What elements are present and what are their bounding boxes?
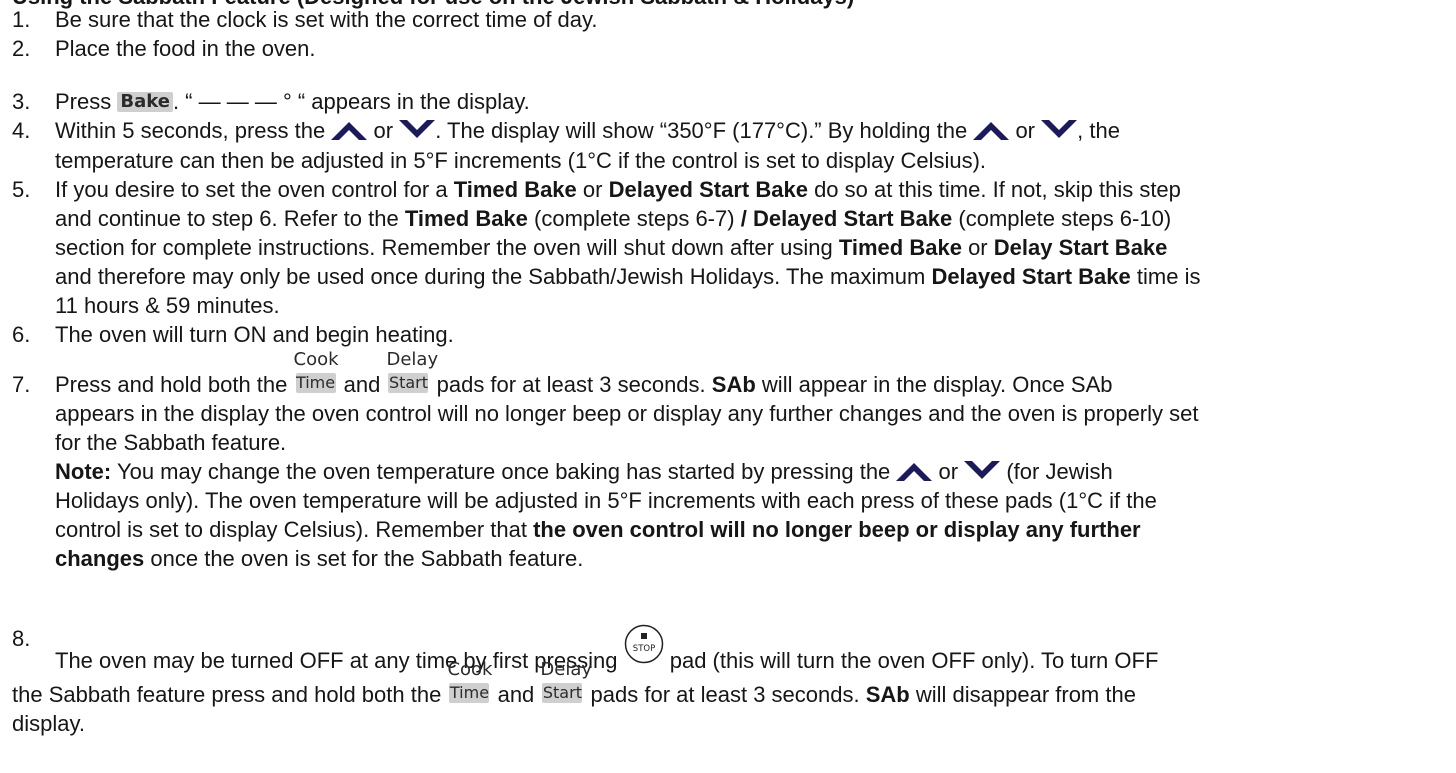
step-text: once the oven is set for the Sabbath fea… <box>150 546 584 571</box>
pad-bottom-label: Start <box>388 373 429 393</box>
pad-bottom-label: Time <box>295 373 336 393</box>
step-text: (for Jewish <box>1006 459 1113 484</box>
step-text: Press <box>55 89 112 114</box>
step-text-line: and continue to step 6. Refer to the Tim… <box>55 204 1171 234</box>
cook-time-pad-icon: Cook Time <box>294 350 339 394</box>
step-text: temperature can then be adjusted in 5°F … <box>55 148 987 173</box>
pad-bottom-label: Start <box>542 683 583 703</box>
stop-pad-icon: STOP <box>624 624 663 664</box>
svg-text:STOP: STOP <box>632 644 654 654</box>
step-text-line: The oven may be turned OFF at any time b… <box>55 624 1158 676</box>
step-text: or <box>582 177 603 202</box>
step-text: 11 hours & 59 minutes. <box>55 293 280 318</box>
step-text: or <box>373 118 394 143</box>
step-text: Within 5 seconds, press the <box>55 118 326 143</box>
step-number: 5. <box>12 177 31 202</box>
step-text: or <box>938 459 959 484</box>
step-text: or <box>968 235 988 260</box>
step-text: control is set to display Celsius). Reme… <box>55 517 527 542</box>
warning-text: the oven control will no longer beep or … <box>533 517 1141 542</box>
up-arrow-icon <box>973 122 1010 140</box>
step-number: 4. <box>12 118 31 143</box>
pad-bottom-label: Time <box>449 683 490 703</box>
step-text: . The display will show “350°F (177°C).”… <box>435 118 968 143</box>
cook-time-pad-icon: Cook Time <box>447 660 492 704</box>
step-text-line: Note: You may change the oven temperatur… <box>55 457 1113 487</box>
step-number: 1. <box>12 7 31 32</box>
step-text: appears in the display the oven control … <box>55 401 1199 426</box>
step-number: 6. <box>12 322 31 347</box>
slash: / <box>740 206 747 231</box>
sab-label: SAb <box>865 682 910 707</box>
step-text: The oven will turn ON and begin heating. <box>55 322 454 347</box>
step-text: display. <box>12 711 85 736</box>
step-text-line: changes once the oven is set for the Sab… <box>55 544 583 574</box>
step-text-line: control is set to display Celsius). Reme… <box>55 515 1141 545</box>
step-text: Holidays only). The oven temperature wil… <box>55 488 1157 513</box>
delayed-start-bake-label: Delayed Start Bake <box>931 264 1131 289</box>
step-text-line: Press Bake. “ — — — ° “ appears in the d… <box>55 87 530 117</box>
step-text: pad (this will turn the oven OFF only). … <box>669 648 1159 673</box>
step-text: . “ — — — ° “ appears in the display. <box>172 89 530 114</box>
pad-top-label: Delay <box>386 349 439 370</box>
step-number: 7. <box>12 372 31 397</box>
step-text: for the Sabbath feature. <box>55 430 287 455</box>
step-text: pads for at least 3 seconds. <box>590 682 860 707</box>
step-text: and therefore may only be used once duri… <box>55 264 926 289</box>
note-label: Note: <box>55 459 112 484</box>
step-text-line: section for complete instructions. Remem… <box>55 233 1167 263</box>
delay-start-pad-icon: Delay Start <box>386 350 438 394</box>
step-text: You may change the oven temperature once… <box>116 459 891 484</box>
step-text: , the <box>1077 118 1120 143</box>
step-text: do so at this time. If not, skip this st… <box>814 177 1181 202</box>
step-text: (complete steps 6-10) <box>958 206 1172 231</box>
step-text: (complete steps 6-7) <box>534 206 735 231</box>
step-text: time is <box>1136 264 1201 289</box>
step-text-line: and therefore may only be used once duri… <box>55 262 1200 292</box>
down-arrow-icon <box>1041 120 1078 138</box>
pad-top-label: Delay <box>540 659 593 680</box>
timed-bake-label: Timed Bake <box>453 177 577 202</box>
delay-start-pad-icon: Delay Start <box>540 660 592 704</box>
up-arrow-icon <box>331 122 368 140</box>
step-number: 8. <box>12 626 31 651</box>
down-arrow-icon <box>964 461 1001 479</box>
step-text-line: the Sabbath feature press and hold both … <box>12 660 1136 710</box>
sab-label: SAb <box>711 372 756 397</box>
step-text: the Sabbath feature press and hold both … <box>12 682 442 707</box>
step-number: 3. <box>12 89 31 114</box>
warning-text: changes <box>55 546 145 571</box>
step-text: and <box>497 682 535 707</box>
step-text: Place the food in the oven. <box>55 36 316 61</box>
delayed-start-bake-label: Delayed Start Bake <box>608 177 808 202</box>
timed-bake-label: Timed Bake <box>404 206 528 231</box>
step-text: will appear in the display. Once SAb <box>761 372 1113 397</box>
delayed-start-bake-label: Delayed Start Bake <box>752 206 953 231</box>
timed-bake-label: Timed Bake <box>838 235 962 260</box>
step-text: and continue to step 6. Refer to the <box>55 206 399 231</box>
step-text: The oven may be turned OFF at any time b… <box>55 648 618 673</box>
pad-top-label: Cook <box>293 349 339 370</box>
step-text: If you desire to set the oven control fo… <box>55 177 448 202</box>
step-text: pads for at least 3 seconds. <box>436 372 706 397</box>
step-text: or <box>1015 118 1035 143</box>
sabbath-instructions: Using the Sabbath Feature (Designed for … <box>0 0 1456 773</box>
up-arrow-icon <box>896 463 933 481</box>
step-text: and <box>343 372 381 397</box>
step-text: Press and hold both the <box>55 372 288 397</box>
step-text: Be sure that the clock is set with the c… <box>55 7 598 32</box>
step-text: section for complete instructions. Remem… <box>55 235 833 260</box>
step-number: 2. <box>12 36 31 61</box>
bake-pad-icon: Bake <box>117 92 173 112</box>
step-text: will disappear from the <box>915 682 1136 707</box>
step-text-line: If you desire to set the oven control fo… <box>55 175 1181 205</box>
step-text-line: Press and hold both the Cook Time and De… <box>55 350 1113 400</box>
pad-top-label: Cook <box>447 659 493 680</box>
step-text-line: Within 5 seconds, press the or . The dis… <box>55 116 1120 146</box>
down-arrow-icon <box>399 120 436 138</box>
delay-start-bake-label: Delay Start Bake <box>993 235 1168 260</box>
